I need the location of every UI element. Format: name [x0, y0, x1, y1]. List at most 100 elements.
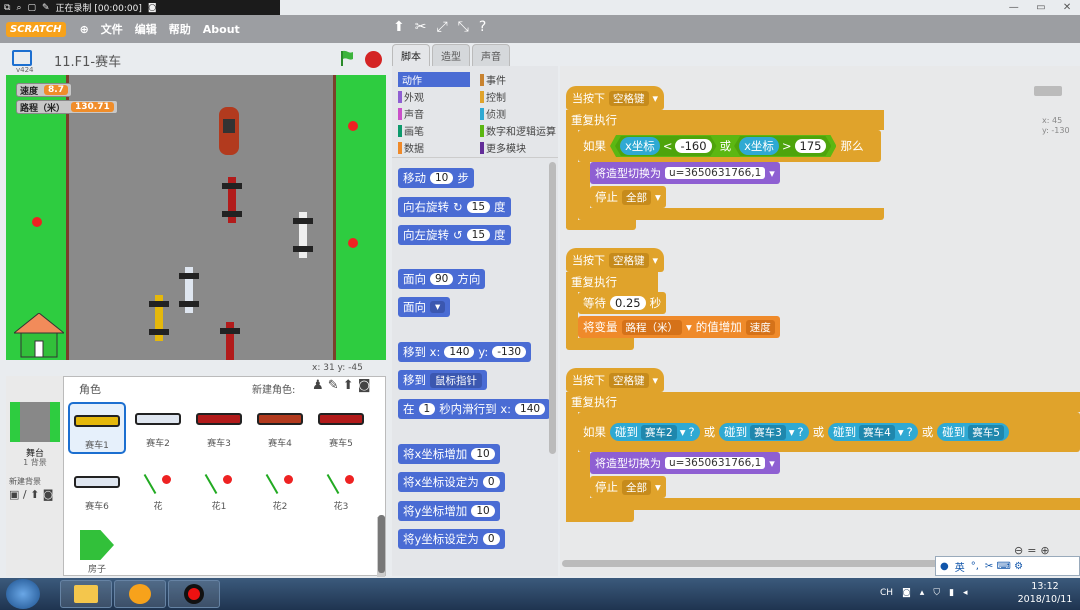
tray-shield-icon[interactable]: ⛉ — [933, 588, 940, 598]
block-forever[interactable]: 重复执行 — [566, 110, 884, 130]
block-change-variable[interactable]: 将变量 路程（米） ▾ 的值增加 速度 — [578, 316, 780, 338]
category-pen[interactable]: 画笔 — [398, 123, 424, 138]
hat-when-key-pressed[interactable]: 当按下 空格键 ▾ — [566, 248, 665, 272]
block-point-towards[interactable]: 面向 ▾ — [398, 297, 451, 317]
block-switch-costume[interactable]: 将造型切换为 u=3650631766,1 ▾ — [590, 162, 780, 184]
camera-icon[interactable]: ◙ — [148, 3, 157, 13]
block-goto-xy[interactable]: 移到 x: 140 y: -130 — [398, 342, 532, 362]
block-set-x[interactable]: 将x坐标设定为 0 — [398, 472, 505, 492]
block-stop[interactable]: 停止 全部 ▾ — [590, 476, 666, 498]
category-more[interactable]: 更多模块 — [480, 140, 526, 155]
start-button[interactable] — [6, 579, 40, 609]
stop-button[interactable] — [365, 51, 382, 68]
sprite-thumb[interactable]: 赛车1 — [68, 402, 126, 454]
category-sound[interactable]: 声音 — [398, 106, 424, 121]
sprite-scrollbar[interactable] — [378, 515, 385, 573]
taskbar-clock[interactable]: 13:12 2018/10/11 — [1010, 580, 1080, 606]
scratch-taskbar-item[interactable] — [114, 580, 166, 608]
tray-volume-icon[interactable]: ◂ — [963, 588, 968, 598]
category-events[interactable]: 事件 — [480, 72, 506, 87]
block-wait[interactable]: 等待 0.25 秒 — [578, 292, 667, 314]
block-forever[interactable]: 重复执行 — [566, 272, 658, 292]
close-button[interactable]: ✕ — [1063, 2, 1071, 13]
stage-canvas[interactable]: 速度 8.7 路程（米） 130.71 — [6, 75, 386, 360]
block-point-direction[interactable]: 面向 90 方向 — [398, 269, 486, 289]
block-forever[interactable]: 重复执行 — [566, 392, 1080, 412]
ime-punct-icon[interactable]: °, — [971, 561, 979, 572]
block-turn-left[interactable]: 向左旋转 ↺ 15 度 — [398, 225, 511, 245]
block-if[interactable]: 如果 x坐标 < -160 或 x坐标 >175 那么 — [578, 130, 881, 162]
tab-sounds[interactable]: 声音 — [472, 44, 510, 66]
category-control[interactable]: 控制 — [480, 89, 506, 104]
zoom-icon[interactable]: ⌕ — [16, 3, 21, 13]
new-backdrop-icons[interactable]: ▣ / ⬆ ◙ — [9, 488, 53, 501]
scratch-logo[interactable]: SCRATCH — [6, 21, 66, 37]
green-flag-icon[interactable] — [340, 50, 354, 66]
tray-network-icon[interactable]: ▮ — [949, 588, 954, 598]
menu-help[interactable]: 帮助 — [169, 21, 191, 37]
new-sprite-icons[interactable]: ♟ ✎ ⬆ ◙ — [312, 378, 370, 393]
sprite-thumb[interactable]: 房子 — [68, 528, 126, 580]
tab-costumes[interactable]: 造型 — [432, 44, 470, 66]
minimize-button[interactable]: — — [1009, 2, 1019, 13]
sprite-thumb[interactable]: 花3 — [312, 465, 370, 517]
help-icon[interactable]: ? — [479, 19, 486, 35]
block-set-y[interactable]: 将y坐标设定为 0 — [398, 529, 505, 549]
sprite-thumb[interactable]: 赛车4 — [251, 402, 309, 454]
tray-user-icon[interactable]: ◙ — [902, 588, 911, 598]
point-towards-dropdown[interactable]: ▾ — [430, 301, 446, 313]
shrink-icon[interactable]: ⤡ — [458, 19, 469, 35]
category-sensing[interactable]: 侦测 — [480, 106, 506, 121]
window-icon[interactable]: ▢ — [27, 3, 36, 13]
delete-icon[interactable]: ✂ — [415, 19, 427, 35]
tab-scripts[interactable]: 脚本 — [392, 44, 430, 66]
block-if[interactable]: 如果 碰到 赛车2 ▾? 或 碰到 赛车3 ▾? 或 碰到 赛车4 ▾? 或 碰到 赛车5 — [578, 412, 1080, 452]
palette-scrollbar[interactable] — [549, 162, 556, 454]
block-turn-right[interactable]: 向右旋转 ↻ 15 度 — [398, 197, 511, 217]
sprite-thumb[interactable]: 赛车3 — [190, 402, 248, 454]
recorder-taskbar-item[interactable] — [168, 580, 220, 608]
sprite-thumb[interactable]: 赛车5 — [312, 402, 370, 454]
category-looks[interactable]: 外观 — [398, 89, 424, 104]
pen-icon[interactable]: ✎ — [42, 3, 50, 13]
ime-lang[interactable]: 英 — [955, 559, 965, 574]
ime-toolbar[interactable]: ● 英 °, ✂ ⌨ ⚙ — [935, 556, 1080, 576]
block-switch-costume[interactable]: 将造型切换为 u=3650631766,1 ▾ — [590, 452, 780, 474]
category-operators[interactable]: 数字和逻辑运算 — [480, 123, 556, 138]
op-or[interactable]: x坐标 < -160 或 x坐标 >175 — [610, 135, 836, 157]
block-move[interactable]: 移动 10 步 — [398, 168, 474, 188]
hat-when-key-pressed[interactable]: 当按下 空格键 ▾ — [566, 368, 665, 392]
category-data[interactable]: 数据 — [398, 140, 424, 155]
sprite-thumb[interactable]: 花2 — [251, 465, 309, 517]
category-motion[interactable]: 动作 — [398, 72, 470, 87]
globe-icon[interactable]: ⊕ — [80, 23, 89, 36]
menu-edit[interactable]: 编辑 — [135, 21, 157, 37]
block-change-x[interactable]: 将x坐标增加 10 — [398, 444, 500, 464]
maximize-button[interactable]: ▭ — [1036, 2, 1045, 13]
touching-car4[interactable]: 碰到 赛车4 ▾? — [828, 423, 918, 441]
sprite-thumb[interactable]: 赛车2 — [129, 402, 187, 454]
scripts-area[interactable]: x: 45 y: -130 当按下 空格键 ▾ 重复执行 如果 x坐标 < -160 或… — [560, 66, 1080, 576]
fullscreen-icon[interactable] — [12, 50, 32, 66]
block-stop[interactable]: 停止 全部 ▾ — [590, 186, 666, 208]
op-lt[interactable]: x坐标 < -160 — [615, 136, 717, 156]
touching-car3[interactable]: 碰到 赛车3 ▾? — [719, 423, 809, 441]
duplicate-icon[interactable]: ⬆ — [393, 19, 405, 35]
sprite-thumb[interactable]: 花 — [129, 465, 187, 517]
touching-car2[interactable]: 碰到 赛车2 ▾? — [610, 423, 700, 441]
hat-when-key-pressed[interactable]: 当按下 空格键 ▾ — [566, 86, 665, 110]
menu-about[interactable]: About — [203, 23, 240, 36]
touching-car5[interactable]: 碰到 赛车5 — [937, 423, 1009, 441]
screenshot-icon[interactable]: ⧉ — [4, 3, 10, 13]
stage-thumbnail-pane[interactable]: 舞台 1 背景 新建背景 ▣ / ⬆ ◙ — [6, 376, 64, 576]
block-goto[interactable]: 移到 鼠标指针 — [398, 370, 487, 390]
sprite-thumb[interactable]: 花1 — [190, 465, 248, 517]
tray-lang[interactable]: CH — [880, 588, 893, 598]
explorer-taskbar-item[interactable] — [60, 580, 112, 608]
menu-file[interactable]: 文件 — [101, 21, 123, 37]
ime-tools-icon[interactable]: ✂ ⌨ ⚙ — [985, 561, 1023, 572]
stage-thumbnail[interactable] — [10, 402, 60, 442]
block-change-y[interactable]: 将y坐标增加 10 — [398, 501, 500, 521]
project-title[interactable]: 11.F1-赛车 — [54, 51, 121, 70]
sprite-thumb[interactable]: 赛车6 — [68, 465, 126, 517]
